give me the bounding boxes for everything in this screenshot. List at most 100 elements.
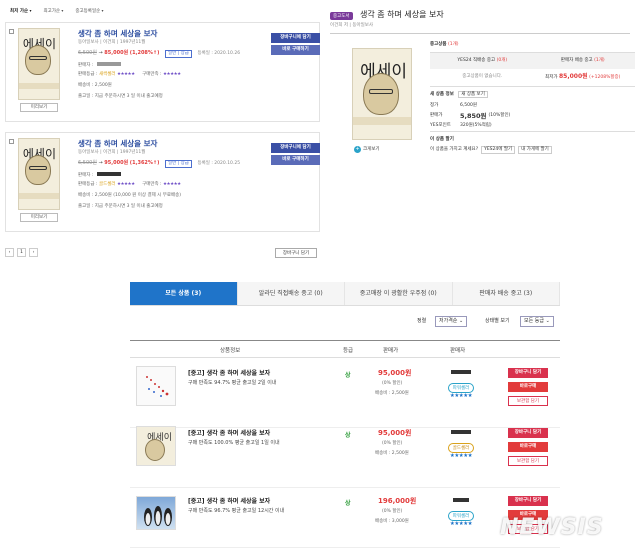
seller-info: 파워셀러 ★★★★★: [442, 498, 480, 527]
page-1-button[interactable]: 1: [17, 248, 26, 257]
table-row: [중고] 생각 좀 하며 세상을 보자 구매 만족도 96.7% 평균 출고일 …: [130, 488, 560, 548]
prev-page-button[interactable]: ‹: [5, 248, 14, 257]
sort-bar: 최저 가순 최고가순 중고등록일순: [10, 8, 320, 18]
buy-now-button[interactable]: 바로 구매하기: [271, 155, 320, 165]
seller-name-mask[interactable]: [451, 370, 471, 374]
no-used-text: 중고상품이 없습니다.: [462, 74, 503, 79]
register-date: 등록일 : 2020.10.26: [197, 51, 241, 56]
seller-stars: ★★★★★: [449, 393, 473, 399]
seller-name-mask[interactable]: [453, 498, 469, 502]
seller-grade: 골드셀러: [98, 182, 116, 187]
seller-stars: ★★★★★: [449, 521, 473, 527]
add-to-cart-button[interactable]: 장바구니 담기: [508, 496, 548, 506]
wishlist-button[interactable]: 보관함 담기: [508, 396, 548, 406]
listing-title[interactable]: 생각 좀 하며 세상을 보자: [78, 138, 157, 149]
listing-price-row: 6,500원 → 85,000원 (1,208%↑) 일반 | 상급 등록일 :…: [78, 50, 241, 58]
seller-grade: 새싹셀러: [98, 72, 116, 77]
sort-highest[interactable]: 최고가순: [44, 8, 64, 18]
seller-info: 골드셀러 ★★★★★: [442, 430, 480, 459]
select-checkbox[interactable]: [9, 29, 14, 34]
new-product-link[interactable]: 새 상품 보기: [458, 91, 488, 98]
sale-price: 95,000원: [104, 160, 129, 166]
zoom-icon: +: [354, 146, 361, 153]
add-to-cart-button[interactable]: 장바구니 담기: [508, 428, 548, 438]
seller-row: 판매자 :: [78, 62, 121, 69]
product-thumbnail[interactable]: [136, 366, 176, 406]
tab-seller[interactable]: 판매자 배송 중고 (3): [452, 282, 560, 305]
condition-tag: 일반 | 상급: [164, 160, 192, 168]
sale-price: 85,000원: [104, 50, 129, 56]
buyer-stars: ★★★★★: [163, 182, 181, 187]
listing-publisher: 동아일보사 | 이건희 | 1997년11월: [78, 150, 146, 155]
buy-now-button[interactable]: 바로 구매하기: [271, 45, 320, 55]
grade-value: 상: [345, 372, 351, 379]
discount-value: (0% 할인): [382, 381, 403, 386]
shipping-fee: 배송비 : 2,500원 (10,000 원 이상 결제 시 무료배송): [78, 193, 182, 198]
seller-name-mask[interactable]: [451, 430, 471, 434]
seller-tabs: 모든 상품 (3) 알라딘 직접배송 중고 (0) 중고매장 이 광활한 우주점…: [130, 282, 560, 306]
listing-publisher: 동아일보사 | 이건희 | 1997년11월: [78, 40, 146, 45]
price-value: 196,000원: [378, 497, 417, 505]
sell-in-my-shop-button[interactable]: 내 가게에 팔기: [518, 146, 552, 154]
original-price: 6,500원: [78, 160, 97, 166]
seller-info: 파워셀러 ★★★★★: [442, 370, 480, 399]
sort-lowest[interactable]: 최저 가순: [10, 8, 32, 18]
shipping-fee: 배송비 : 2,500원: [78, 83, 112, 88]
markup-rate: (1,362%↑): [129, 160, 160, 166]
filter-bar: 정렬 저가격순 ⌄ 상태별 보기 모든 등급 ⌄: [130, 316, 560, 328]
listing-card: 에세이 미리보기 생각 좀 하며 세상을 보자 동아일보사 | 이건희 | 19…: [5, 22, 320, 122]
book-cover-image[interactable]: 에세이: [18, 28, 60, 100]
next-page-button[interactable]: ›: [29, 248, 38, 257]
grade-value: 상: [345, 500, 351, 507]
wishlist-button[interactable]: 보관함 담기: [508, 456, 548, 466]
preview-button[interactable]: 미리보기: [20, 103, 58, 112]
grade-value: 상: [345, 432, 351, 439]
book-cover-image[interactable]: 에세이: [18, 138, 60, 210]
buyer-stars: ★★★★★: [163, 72, 181, 77]
buy-now-button[interactable]: 바로구매: [508, 382, 548, 392]
used-book-badge: 중고도서: [330, 12, 353, 20]
seller-name-mask[interactable]: [96, 62, 121, 66]
buy-now-button[interactable]: 바로구매: [508, 442, 548, 452]
product-meta: 구매 만족도 94.7% 평균 출고일 2일 이내: [188, 380, 277, 386]
add-to-cart-button[interactable]: 장바구니에 담기: [271, 143, 320, 153]
cart-all-button[interactable]: 장바구니 담기: [275, 248, 317, 258]
product-meta: 구매 만족도 96.7% 평균 출고일 12시간 이내: [188, 508, 285, 514]
product-thumbnail[interactable]: 에세이: [136, 426, 176, 466]
sell-to-yes24-button[interactable]: YES24에 팔기: [481, 146, 516, 154]
zoom-link[interactable]: + 크게보기: [354, 146, 380, 153]
product-name[interactable]: [중고] 생각 좀 하며 세상을 보자: [188, 496, 270, 505]
product-detail-panel: 중고도서 생각 좀 하며 세상을 보자 이건희 저 | 동아일보사 에세이 + …: [330, 8, 638, 188]
sort-newest[interactable]: 중고등록일순: [75, 8, 103, 18]
product-cover-image[interactable]: 에세이: [352, 48, 412, 140]
used-info-box: 중고상품 (1개) YES24 직배송 중고 (0개) 판매자 배송 중고 (1…: [430, 38, 635, 154]
table-row: 에세이 [중고] 생각 좀 하며 세상을 보자 구매 만족도 100.0% 평균…: [130, 420, 560, 488]
seller-row: 판매자 :: [78, 172, 121, 179]
tab-direct[interactable]: 알라딘 직접배송 중고 (0): [237, 282, 345, 305]
table-header: 상품정보 등급 판매가 판매자: [130, 340, 560, 358]
seller-stars: ★★★★★: [449, 453, 473, 459]
seller-level: 파워셀러: [447, 511, 475, 521]
tab-all[interactable]: 모든 상품 (3): [130, 282, 238, 305]
markup-rate: (1,208%↑): [129, 50, 160, 56]
seller-name-mask[interactable]: [96, 172, 121, 176]
original-price: 6,500원: [78, 50, 97, 56]
product-author: 이건희 저 | 동아일보사: [330, 23, 374, 28]
preview-button[interactable]: 미리보기: [20, 213, 58, 222]
ship-note: 출고일 : 지금 주문하시면 3 일 이내 출고예정: [78, 204, 163, 209]
tab-store[interactable]: 중고매장 이 광활한 우주점 (0): [345, 282, 453, 305]
status-select[interactable]: 모든 등급 ⌄: [520, 316, 554, 327]
product-thumbnail[interactable]: [136, 496, 176, 530]
listing-price-row: 6,500원 → 95,000원 (1,362%↑) 일반 | 상급 등록일 :…: [78, 160, 241, 168]
rating-row: 판매등급 : 새싹셀러 ★★★★★ 구매만족 : ★★★★★: [78, 72, 181, 77]
product-name[interactable]: [중고] 생각 좀 하며 세상을 보자: [188, 428, 270, 437]
product-title: 생각 좀 하며 세상을 보자: [360, 10, 444, 19]
select-checkbox[interactable]: [9, 139, 14, 144]
add-to-cart-button[interactable]: 장바구니에 담기: [271, 33, 320, 43]
listing-card: 에세이 미리보기 생각 좀 하며 세상을 보자 동아일보사 | 이건희 | 19…: [5, 132, 320, 232]
listing-title[interactable]: 생각 좀 하며 세상을 보자: [78, 28, 157, 39]
sort-select[interactable]: 저가격순 ⌄: [435, 316, 468, 327]
add-to-cart-button[interactable]: 장바구니 담기: [508, 368, 548, 378]
product-name[interactable]: [중고] 생각 좀 하며 세상을 보자: [188, 368, 270, 377]
table-row: [중고] 생각 좀 하며 세상을 보자 구매 만족도 94.7% 평균 출고일 …: [130, 360, 560, 428]
